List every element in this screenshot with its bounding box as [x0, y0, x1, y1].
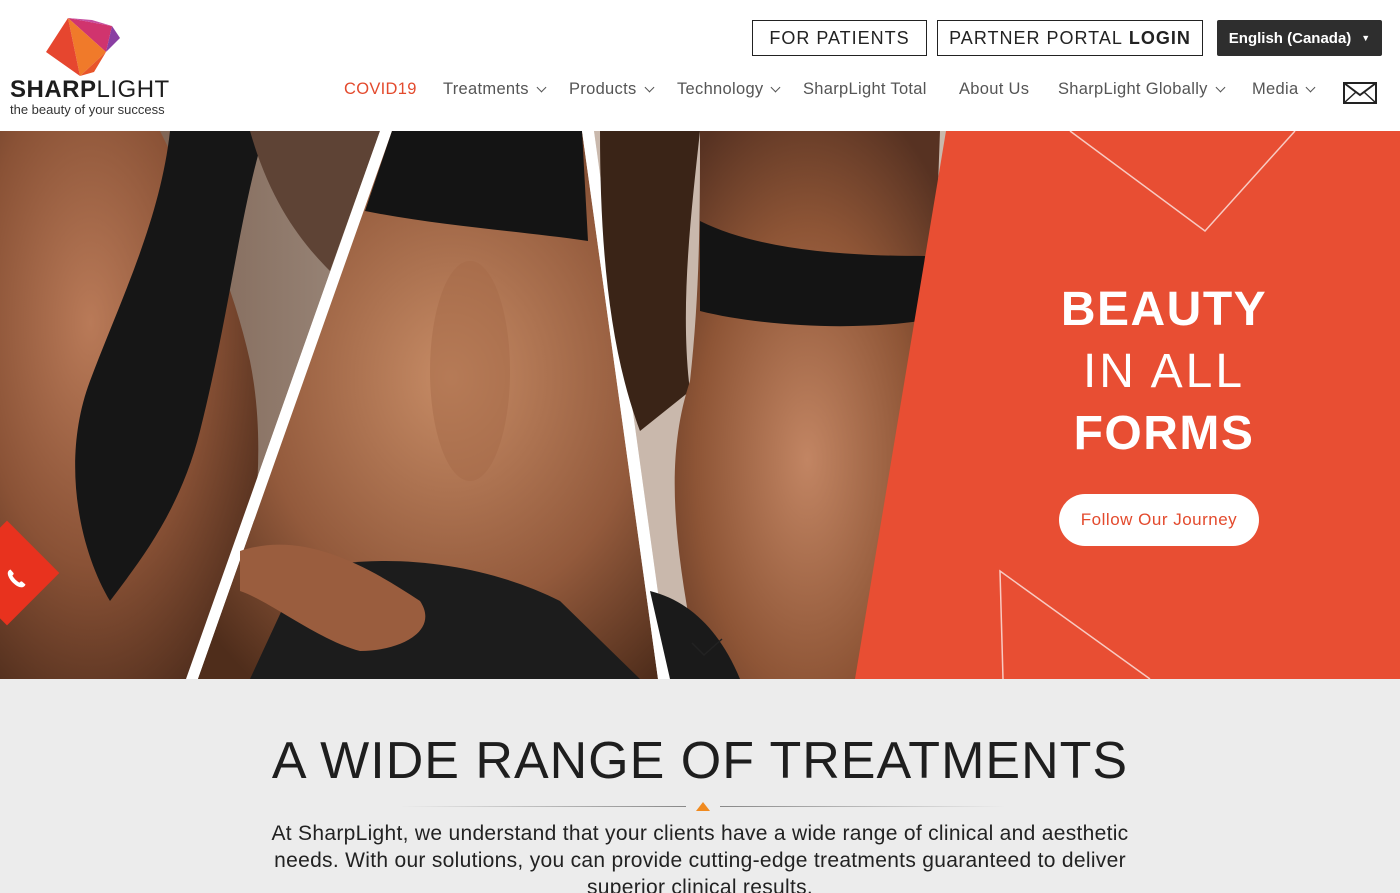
logo-tagline: the beauty of your success	[10, 102, 165, 117]
chevron-down-icon	[771, 82, 781, 92]
hero-title: BEAUTY IN ALL FORMS	[1040, 279, 1288, 465]
nav-item-treatments[interactable]: Treatments	[443, 80, 547, 99]
nav-item-sharplight-globally[interactable]: SharpLight Globally	[1058, 80, 1226, 99]
caret-down-icon: ▼	[1361, 33, 1371, 43]
section-body-text: At SharpLight, we understand that your c…	[271, 822, 1129, 893]
partner-portal-login-button[interactable]: PARTNER PORTAL LOGIN	[937, 20, 1203, 56]
site-header: SHARPLIGHT the beauty of your success FO…	[0, 0, 1400, 131]
hero-title-line-1: BEAUTY	[1060, 283, 1268, 336]
sharplight-logo[interactable]: SHARPLIGHT the beauty of your success	[8, 16, 178, 120]
for-patients-button[interactable]: FOR PATIENTS	[752, 20, 927, 56]
nav-item-technology[interactable]: Technology	[677, 80, 781, 99]
language-select[interactable]: English (Canada) ▼	[1217, 20, 1382, 56]
nav-item-media[interactable]: Media	[1252, 80, 1316, 99]
phone-icon	[7, 569, 26, 588]
hero-title-line-2: IN ALL	[1082, 345, 1246, 398]
chevron-down-icon	[1215, 82, 1226, 92]
chevron-down-icon	[644, 82, 654, 92]
nav-item-sharplight-total[interactable]: SharpLight Total	[803, 80, 927, 99]
hero-title-line-3: FORMS	[1073, 407, 1255, 460]
language-selected: English (Canada)	[1228, 29, 1352, 47]
envelope-icon[interactable]	[1343, 82, 1377, 104]
follow-our-journey-button[interactable]: Follow Our Journey	[1059, 494, 1259, 546]
hero-banner: BEAUTY IN ALL FORMS Follow Our Journey	[0, 131, 1400, 679]
nav-item-about-us[interactable]: About Us	[959, 80, 1029, 99]
triangle-icon	[696, 802, 710, 811]
login-label: LOGIN	[1128, 27, 1191, 48]
chevron-down-icon	[536, 82, 547, 92]
nav-item-covid19[interactable]: COVID19	[344, 80, 417, 99]
logo-wordmark: SHARPLIGHT	[10, 76, 170, 103]
treatments-intro: A WIDE RANGE OF TREATMENTS At SharpLight…	[0, 679, 1400, 893]
section-divider	[400, 800, 1006, 812]
nav-item-products[interactable]: Products	[569, 80, 654, 99]
portal-label: PARTNER PORTAL	[949, 27, 1123, 48]
section-title: A WIDE RANGE OF TREATMENTS	[271, 732, 1129, 790]
logo-gem-icon	[46, 18, 120, 76]
chevron-down-icon	[1306, 82, 1316, 92]
